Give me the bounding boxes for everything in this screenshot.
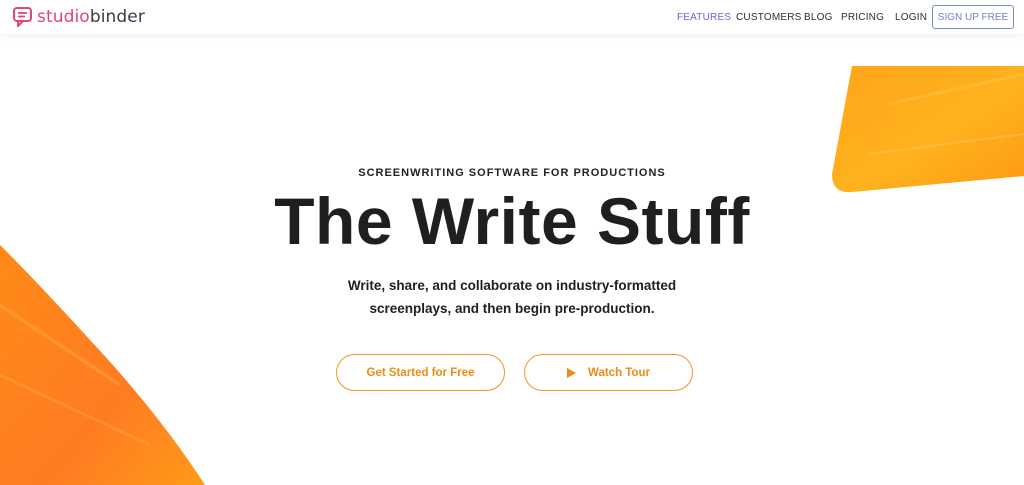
hero-subtitle-line-2: screenplays, and then begin pre-producti… (369, 301, 655, 316)
nav-customers[interactable]: CUSTOMERS (736, 12, 802, 23)
nav-pricing[interactable]: PRICING (841, 12, 884, 23)
nav-blog[interactable]: BLOG (804, 12, 833, 23)
hero-kicker: SCREENWRITING SOFTWARE FOR PRODUCTIONS (358, 167, 666, 179)
hero-subtitle-line-1: Write, share, and collaborate on industr… (347, 278, 677, 293)
hero-subtitle: Write, share, and collaborate on industr… (312, 274, 712, 320)
watch-tour-label: Watch Tour (588, 366, 650, 379)
orange-decoration-bottom-left (0, 245, 205, 485)
play-icon (567, 367, 577, 378)
chat-bubble-icon (12, 6, 34, 28)
signup-button[interactable]: SIGN UP FREE (932, 5, 1014, 29)
logo-text-suffix: binder (89, 7, 145, 27)
top-navbar: studiobinder FEATURES CUSTOMERS BLOG PRI… (0, 0, 1024, 34)
studiobinder-logo[interactable]: studiobinder (12, 6, 145, 28)
get-started-button[interactable]: Get Started for Free (336, 354, 505, 391)
watch-tour-button[interactable]: Watch Tour (524, 354, 693, 391)
nav-features[interactable]: FEATURES (677, 12, 731, 23)
logo-text: studiobinder (37, 7, 145, 27)
hero-title: The Write Stuff (274, 184, 750, 258)
logo-text-prefix: studio (37, 7, 90, 27)
nav-login[interactable]: LOGIN (895, 12, 927, 23)
